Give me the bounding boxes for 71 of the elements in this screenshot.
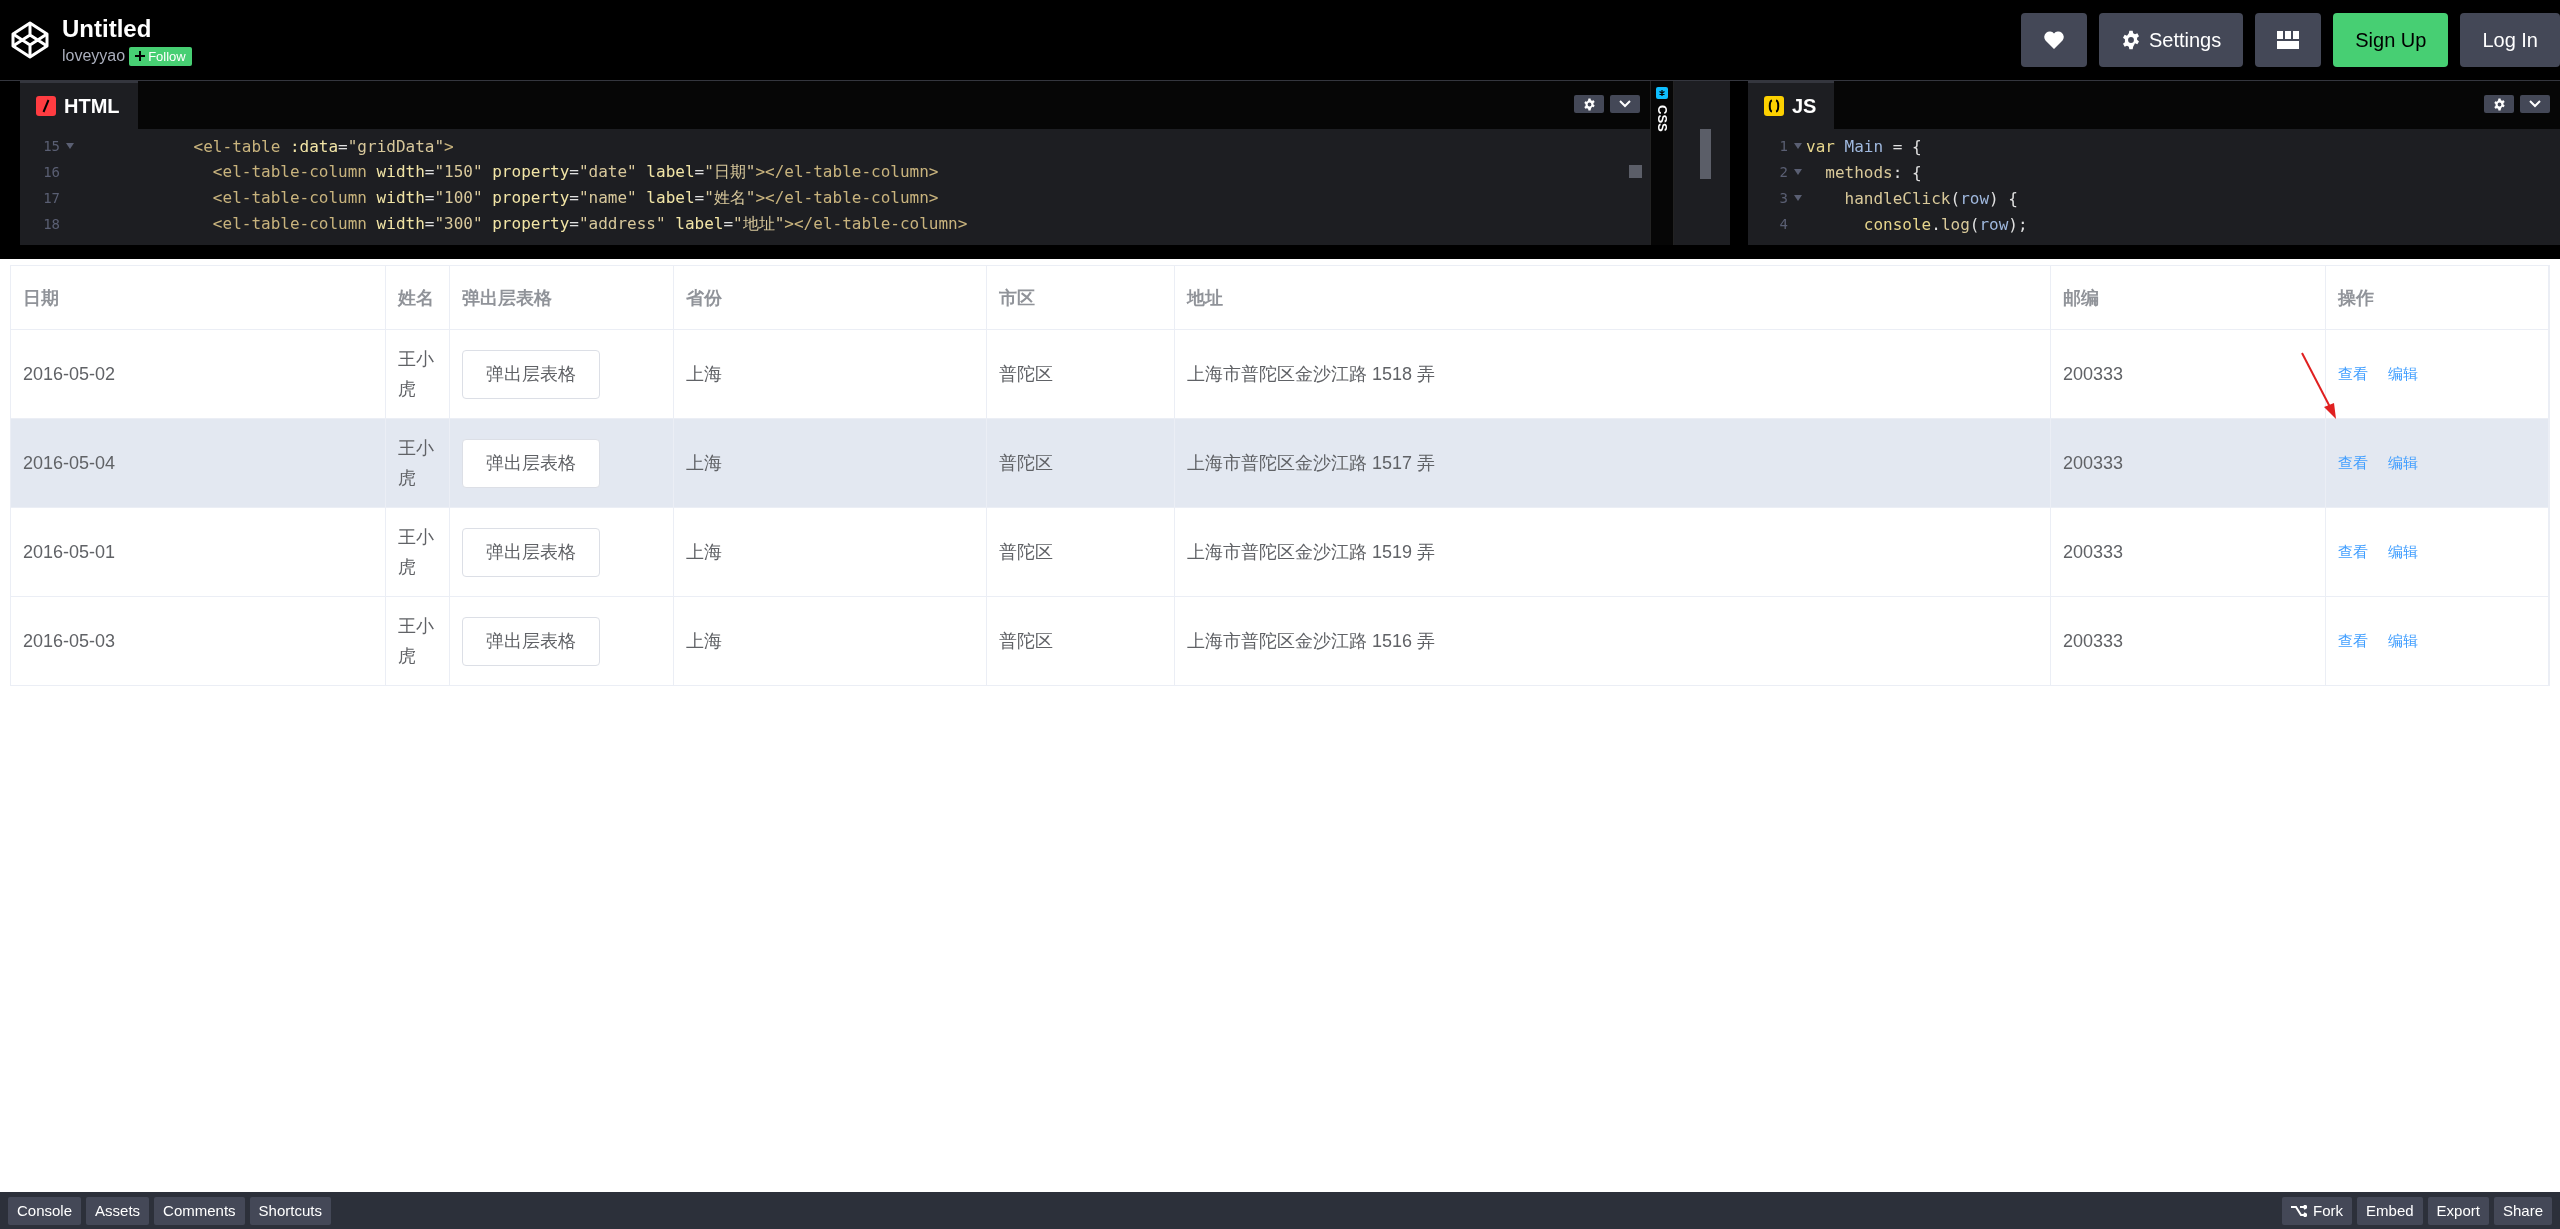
line-number: 15 — [42, 138, 61, 154]
html-tab[interactable]: HTML — [20, 81, 138, 129]
cube-logo-icon — [10, 20, 50, 60]
table-row[interactable]: 2016-05-04 王小虎 弹出层表格 上海 普陀区 上海市普陀区金沙江路 1517 弄 200333 查看 编辑 — [11, 419, 2549, 508]
code-line: handleClick(row) { — [1843, 188, 2018, 208]
popup-table-button[interactable]: 弹出层表格 — [462, 527, 600, 577]
line-number: 18 — [42, 216, 61, 232]
settings-button[interactable]: Settings — [2098, 13, 2244, 67]
table-cell: 2016-05-03 — [11, 597, 386, 686]
footer-button[interactable]: Shortcuts — [249, 1196, 331, 1225]
table-row[interactable]: 2016-05-01 王小虎 弹出层表格 上海 普陀区 上海市普陀区金沙江路 1519 弄 200333 查看 编辑 — [11, 508, 2549, 597]
scrollbar-thumb[interactable] — [1629, 165, 1642, 178]
code-line: <el-table-column width="100" property="name" label="姓名"></el-table-column> — [211, 187, 939, 209]
layout-button[interactable] — [2255, 13, 2322, 67]
table-cell: 普陀区 — [987, 597, 1175, 686]
code-line: <el-table-column width="150" property="date" label="日期"></el-table-column> — [211, 161, 939, 183]
chevron-down-icon — [1619, 100, 1631, 108]
like-button[interactable] — [2020, 13, 2087, 67]
log-in-button[interactable]: Log In — [2460, 13, 2560, 67]
table-row[interactable]: 2016-05-02 王小虎 弹出层表格 上海 普陀区 上海市普陀区金沙江路 1518 弄 200333 查看 编辑 — [11, 330, 2549, 419]
footer-button[interactable]: Comments — [154, 1196, 245, 1225]
table-cell: 200333 — [2051, 597, 2326, 686]
footer-button[interactable]: Share — [2493, 1196, 2552, 1225]
footer-button[interactable]: Embed — [2357, 1196, 2423, 1225]
line-number: 4 — [1778, 216, 1789, 232]
popup-table-button[interactable]: 弹出层表格 — [462, 349, 600, 399]
line-number: 16 — [42, 164, 61, 180]
code-line: <el-table-column width="300" property="address" label="地址"></el-table-column> — [211, 213, 968, 235]
css-tab[interactable]: CSS — [1650, 81, 1674, 245]
heart-icon — [2043, 31, 2064, 49]
code-line: <el-table :data="gridData"> — [192, 136, 454, 156]
popup-table-button[interactable]: 弹出层表格 — [462, 438, 600, 488]
fold-marker-icon[interactable] — [1794, 169, 1802, 175]
fork-icon — [2291, 1204, 2308, 1217]
fork-button[interactable]: Fork — [2282, 1196, 2353, 1225]
footer-button[interactable]: Console — [8, 1196, 82, 1225]
popup-table-button[interactable]: 弹出层表格 — [462, 616, 600, 666]
settings-button[interactable] — [2484, 95, 2514, 113]
settings-button[interactable] — [1574, 95, 1604, 113]
collapse-button[interactable] — [2520, 95, 2550, 113]
author-name: loveyyao — [62, 47, 126, 65]
table-cell: 上海 — [674, 597, 987, 686]
chevron-down-icon — [2529, 100, 2541, 108]
table-cell: 上海市普陀区金沙江路 1516 弄 — [1175, 597, 2051, 686]
code-line: console.log(row); — [1862, 214, 2028, 234]
settings-icon — [1582, 97, 1596, 111]
line-number: 1 — [1778, 138, 1789, 154]
plus-icon — [135, 51, 146, 61]
footer-button[interactable]: Assets — [86, 1196, 150, 1225]
line-number: 3 — [1778, 190, 1789, 206]
table-cell: 王小虎 — [386, 597, 450, 686]
fold-marker-icon[interactable] — [1794, 195, 1802, 201]
slash-icon — [36, 96, 56, 116]
code-line: methods: { — [1824, 162, 1922, 182]
table-row[interactable]: 2016-05-03 王小虎 弹出层表格 上海 普陀区 上海市普陀区金沙江路 1516 弄 200333 查看 编辑 — [11, 597, 2549, 686]
settings-icon — [2120, 30, 2141, 50]
pen-title: Untitled — [62, 14, 153, 43]
fold-marker-icon[interactable] — [66, 143, 74, 149]
scrollbar-thumb[interactable] — [1700, 129, 1711, 179]
code-line: var Main = { — [1806, 136, 1922, 156]
footer-button[interactable]: Export — [2427, 1196, 2489, 1225]
settings-icon — [2492, 97, 2506, 111]
fold-marker-icon[interactable] — [1794, 143, 1802, 149]
asterisk-icon — [1656, 87, 1668, 99]
line-number: 2 — [1778, 164, 1789, 180]
js-tab[interactable]: JS — [1748, 81, 1835, 129]
sign-up-button[interactable]: Sign Up — [2333, 13, 2449, 67]
line-number: 17 — [42, 190, 61, 206]
layout-icon — [2277, 31, 2300, 49]
collapse-button[interactable] — [1610, 95, 1640, 113]
braces-icon — [1764, 96, 1784, 116]
